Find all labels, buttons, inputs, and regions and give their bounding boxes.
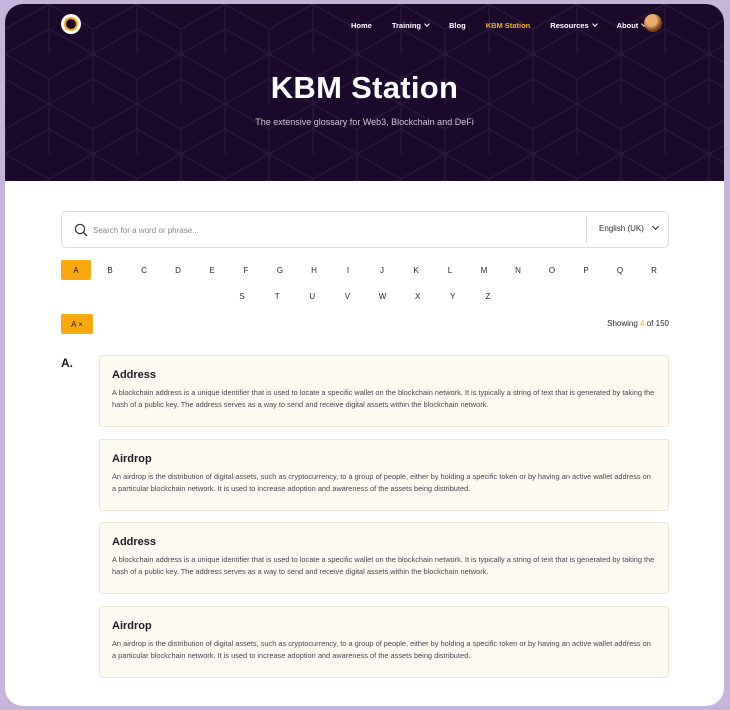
glossary-entry[interactable]: Airdrop An airdrop is the distribution o…	[99, 439, 669, 511]
entry-description: A blockchain address is a unique identif…	[112, 555, 655, 577]
search-divider	[586, 217, 587, 243]
language-select-label: English (UK)	[599, 224, 644, 233]
letter-filter-z[interactable]: Z	[473, 286, 503, 306]
entry-description: A blockchain address is a unique identif…	[112, 388, 655, 410]
nav-training-label: Training	[391, 20, 422, 30]
page-subtitle: The extensive glossary for Web3, Blockch…	[255, 117, 474, 127]
letter-filter-g[interactable]: G	[265, 260, 295, 280]
letter-filter-i[interactable]: I	[333, 260, 363, 280]
letter-filter-b[interactable]: B	[95, 260, 125, 280]
letter-filter-s[interactable]: S	[227, 286, 257, 306]
chevron-down-icon	[591, 20, 598, 27]
entry-title: Address	[112, 536, 157, 548]
results-total: 150	[655, 319, 669, 328]
letter-filter-m[interactable]: M	[469, 260, 499, 280]
chevron-down-icon	[424, 20, 430, 27]
nav-resources-label: Resources	[550, 20, 589, 30]
results-separator: of	[646, 319, 654, 328]
main-nav: Home Training Blog KBM Station Resources…	[351, 15, 666, 35]
active-filter-chip[interactable]: A ×	[61, 314, 93, 334]
letter-filter-k[interactable]: K	[401, 260, 431, 280]
nav-training[interactable]: Training	[391, 20, 430, 30]
page-frame: Home Training Blog KBM Station Resources…	[5, 4, 724, 706]
letter-filter-j[interactable]: J	[367, 260, 397, 280]
nav-blog[interactable]: Blog	[449, 21, 466, 30]
letter-filter-x[interactable]: X	[403, 286, 433, 306]
letter-filter-t[interactable]: T	[262, 286, 292, 306]
nav-about[interactable]: About	[616, 20, 648, 30]
entry-title: Airdrop	[112, 620, 152, 632]
nav-resources[interactable]: Resources	[550, 20, 598, 30]
hero-banner: Home Training Blog KBM Station Resources…	[5, 4, 724, 181]
nav-home-label: Home	[351, 20, 372, 30]
entry-description: An airdrop is the distribution of digita…	[112, 472, 651, 494]
nav-about-label: About	[616, 20, 639, 30]
section-letter: A.	[61, 356, 73, 370]
letter-filter-r[interactable]: R	[639, 260, 669, 280]
alphabet-row-2: STUVWXYZ	[227, 286, 503, 306]
nav-kbm-station[interactable]: KBM Station	[486, 21, 531, 30]
nav-blog-label: Blog	[449, 20, 466, 30]
letter-filter-d[interactable]: D	[163, 260, 193, 280]
results-prefix: Showing	[607, 319, 638, 328]
alphabet-row-1: ABCDEFGHIJKLMNOPQR	[61, 260, 669, 280]
letter-filter-w[interactable]: W	[368, 286, 398, 306]
letter-filter-c[interactable]: C	[129, 260, 159, 280]
letter-filter-a[interactable]: A	[61, 260, 91, 280]
entry-description: An airdrop is the distribution of digita…	[112, 639, 651, 661]
page-title: KBM Station	[270, 70, 459, 105]
search-bar: English (UK)	[61, 211, 669, 248]
glossary-entry[interactable]: Address A blockchain address is a unique…	[99, 522, 669, 594]
letter-filter-h[interactable]: H	[299, 260, 329, 280]
letter-filter-n[interactable]: N	[503, 260, 533, 280]
entry-title: Address	[112, 369, 157, 381]
letter-filter-y[interactable]: Y	[438, 286, 468, 306]
logo-icon[interactable]	[61, 14, 81, 34]
letter-filter-o[interactable]: O	[537, 260, 567, 280]
glossary-entry[interactable]: Address A blockchain address is a unique…	[99, 355, 669, 427]
search-input[interactable]	[93, 218, 573, 242]
language-select[interactable]: English (UK)	[599, 222, 659, 233]
letter-filter-v[interactable]: V	[332, 286, 362, 306]
search-icon	[74, 223, 88, 237]
letter-filter-u[interactable]: U	[297, 286, 327, 306]
glossary-entry[interactable]: Airdrop An airdrop is the distribution o…	[99, 606, 669, 678]
letter-filter-q[interactable]: Q	[605, 260, 635, 280]
letter-filter-f[interactable]: F	[231, 260, 261, 280]
user-avatar[interactable]	[644, 14, 662, 32]
nav-kbm-station-label: KBM Station	[485, 20, 531, 30]
nav-home[interactable]: Home	[351, 21, 372, 30]
letter-filter-p[interactable]: P	[571, 260, 601, 280]
letter-filter-l[interactable]: L	[435, 260, 465, 280]
entry-title: Airdrop	[112, 453, 152, 465]
chevron-down-icon	[651, 222, 659, 230]
results-count: Showing 4 of 150	[545, 319, 669, 328]
letter-filter-e[interactable]: E	[197, 260, 227, 280]
results-shown: 4	[640, 319, 645, 328]
